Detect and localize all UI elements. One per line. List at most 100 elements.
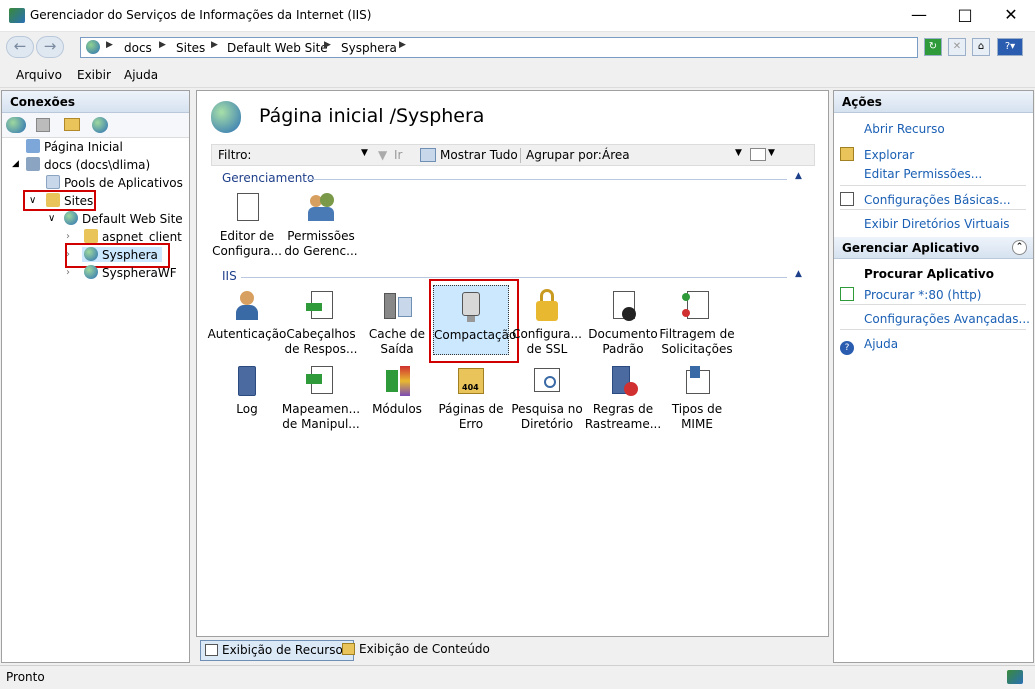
feature-request-filtering[interactable]: Filtragem de Solicitações [655, 289, 739, 357]
error-code-badge: 404 [462, 383, 479, 392]
action-explore[interactable]: Explorar [840, 147, 914, 162]
chevron-right-icon: ▶ [211, 40, 218, 50]
forward-button[interactable]: → [36, 36, 64, 58]
show-all-button[interactable]: Mostrar Tudo [440, 148, 518, 162]
up-folder-icon[interactable] [64, 118, 80, 131]
tree-item-server[interactable]: docs (docs\dlima) [26, 157, 150, 172]
tree-label: Sysphera [102, 248, 158, 262]
breadcrumb-docs[interactable]: docs [124, 41, 152, 55]
action-advanced-settings[interactable]: Configurações Avançadas... [864, 312, 1030, 326]
globe-icon [86, 40, 100, 54]
tree-item-home[interactable]: Página Inicial [26, 139, 123, 154]
close-button[interactable]: ✕ [988, 0, 1034, 32]
menu-exibir[interactable]: Exibir [77, 68, 111, 82]
feature-modules[interactable]: Módulos [355, 364, 439, 417]
filter-input[interactable] [254, 146, 374, 164]
view-mode-icon[interactable] [750, 148, 766, 161]
maximize-button[interactable]: □ [942, 0, 988, 32]
collapse-arrow-icon[interactable]: ◢ [12, 159, 19, 169]
tree-item-app-pools[interactable]: Pools de Aplicativos [46, 175, 183, 190]
help-icon[interactable]: ?▾ [997, 38, 1023, 56]
collapse-arrow-icon[interactable]: ∨ [29, 195, 36, 206]
tab-label: Exibição de Conteúdo [359, 642, 490, 656]
action-view-virtual-dirs[interactable]: Exibir Diretórios Virtuais [864, 217, 1010, 231]
collapse-group-icon[interactable]: ▲ [795, 269, 802, 279]
app-pools-icon [46, 175, 60, 189]
refresh-icon[interactable]: ↻ [924, 38, 942, 56]
tab-content-view[interactable]: Exibição de Conteúdo [338, 640, 494, 661]
group-by-select[interactable]: Área [602, 148, 742, 162]
feature-handler-mappings[interactable]: Mapeamen... de Manipul... [279, 364, 363, 432]
feature-config-editor[interactable]: Editor de Configura... [205, 191, 289, 259]
action-help[interactable]: ? Ajuda [840, 337, 898, 355]
menu-arquivo[interactable]: Arquivo [16, 68, 62, 82]
feature-default-document[interactable]: Documento Padrão [581, 289, 665, 357]
action-label: Configurações Básicas... [864, 193, 1011, 207]
group-divider [241, 277, 787, 278]
feature-compression[interactable]: Compactação [433, 285, 516, 355]
expand-arrow-icon[interactable]: › [66, 249, 70, 260]
save-icon[interactable] [36, 118, 50, 132]
expand-arrow-icon[interactable]: › [66, 267, 70, 278]
funnel-icon: ▼ [378, 148, 388, 162]
action-browse-http[interactable]: Procurar *:80 (http) [840, 287, 981, 302]
feature-label: Documento Padrão [588, 327, 658, 356]
tree-item-sites[interactable]: Sites [46, 193, 93, 208]
action-open-feature[interactable]: Abrir Recurso [864, 122, 945, 136]
address-row: ← → ▶ docs ▶ Sites ▶ Default Web Site ▶ … [0, 32, 1035, 62]
view-mode-dropdown-icon[interactable]: ▼ [768, 148, 775, 158]
action-edit-permissions[interactable]: Editar Permissões... [864, 167, 982, 181]
actions-title: Ações [834, 91, 1033, 113]
tree-label: Pools de Aplicativos [64, 176, 183, 190]
connections-panel: Conexões Página Inicial ◢ docs (docs\dli… [1, 90, 190, 663]
chevron-right-icon: ▶ [106, 40, 113, 50]
feature-response-headers[interactable]: Cabeçalhos de Respos... [279, 289, 363, 357]
feature-output-cache[interactable]: Cache de Saída [355, 289, 439, 357]
collapse-section-icon[interactable]: ⌃ [1012, 240, 1027, 255]
connections-toolbar [2, 113, 189, 138]
feature-ssl-settings[interactable]: Configura... de SSL [505, 289, 589, 357]
feature-permissions[interactable]: Permissões do Gerenc... [279, 191, 363, 259]
filter-dropdown-icon[interactable]: ▼ [361, 148, 368, 158]
home-icon[interactable]: ⌂ [972, 38, 990, 56]
go-button[interactable]: Ir [394, 148, 402, 162]
feature-label: Regras de Rastreame... [584, 402, 662, 431]
feature-error-pages[interactable]: 404 Páginas de Erro [429, 364, 513, 432]
action-divider [840, 304, 1026, 305]
feature-log[interactable]: Log [205, 364, 289, 417]
tree-item-syspherawf[interactable]: SyspheraWF [84, 265, 177, 280]
collapse-group-icon[interactable]: ▲ [795, 171, 802, 181]
toolbar-divider [520, 148, 521, 163]
back-button[interactable]: ← [6, 36, 34, 58]
feature-directory-browsing[interactable]: Pesquisa no Diretório [505, 364, 589, 432]
window-title: Gerenciador do Serviços de Informações d… [30, 8, 372, 22]
collapse-arrow-icon[interactable]: ∨ [48, 213, 55, 224]
tab-features-view[interactable]: Exibição de Recursos [200, 640, 355, 661]
action-basic-settings[interactable]: Configurações Básicas... [840, 192, 1011, 207]
menu-bar: Arquivo Exibir Ajuda [0, 62, 1035, 88]
tree-item-aspnet-client[interactable]: aspnet_client [84, 229, 182, 244]
connect-globe-icon[interactable] [6, 117, 26, 133]
feature-mime-types[interactable]: Tipos de MIME [655, 364, 739, 432]
minimize-button[interactable]: — [896, 0, 942, 32]
sites-folder-icon [46, 193, 60, 207]
menu-ajuda[interactable]: Ajuda [124, 68, 158, 82]
features-view-icon [205, 644, 218, 656]
breadcrumb-sites[interactable]: Sites [176, 41, 205, 55]
feature-failed-request-tracing[interactable]: Regras de Rastreame... [581, 364, 665, 432]
feature-authentication[interactable]: Autenticação [205, 289, 289, 342]
stop-icon[interactable]: ✕ [948, 38, 966, 56]
tree-item-default-web-site[interactable]: Default Web Site [64, 211, 183, 226]
title-bar: Gerenciador do Serviços de Informações d… [0, 0, 1035, 32]
breadcrumb-default-web-site[interactable]: Default Web Site [227, 41, 328, 55]
action-divider [840, 209, 1026, 210]
tree-label: Página Inicial [44, 140, 123, 154]
expand-arrow-icon[interactable]: › [66, 231, 70, 242]
address-bar[interactable]: ▶ docs ▶ Sites ▶ Default Web Site ▶ Sysp… [80, 37, 918, 58]
tree-item-sysphera[interactable]: Sysphera [82, 247, 162, 262]
feature-label: Mapeamen... de Manipul... [281, 402, 361, 431]
breadcrumb-sysphera[interactable]: Sysphera [341, 41, 397, 55]
disconnect-icon[interactable] [92, 117, 108, 133]
config-editor-icon [230, 191, 264, 225]
dropdown-arrow-icon[interactable]: ▼ [735, 148, 742, 158]
